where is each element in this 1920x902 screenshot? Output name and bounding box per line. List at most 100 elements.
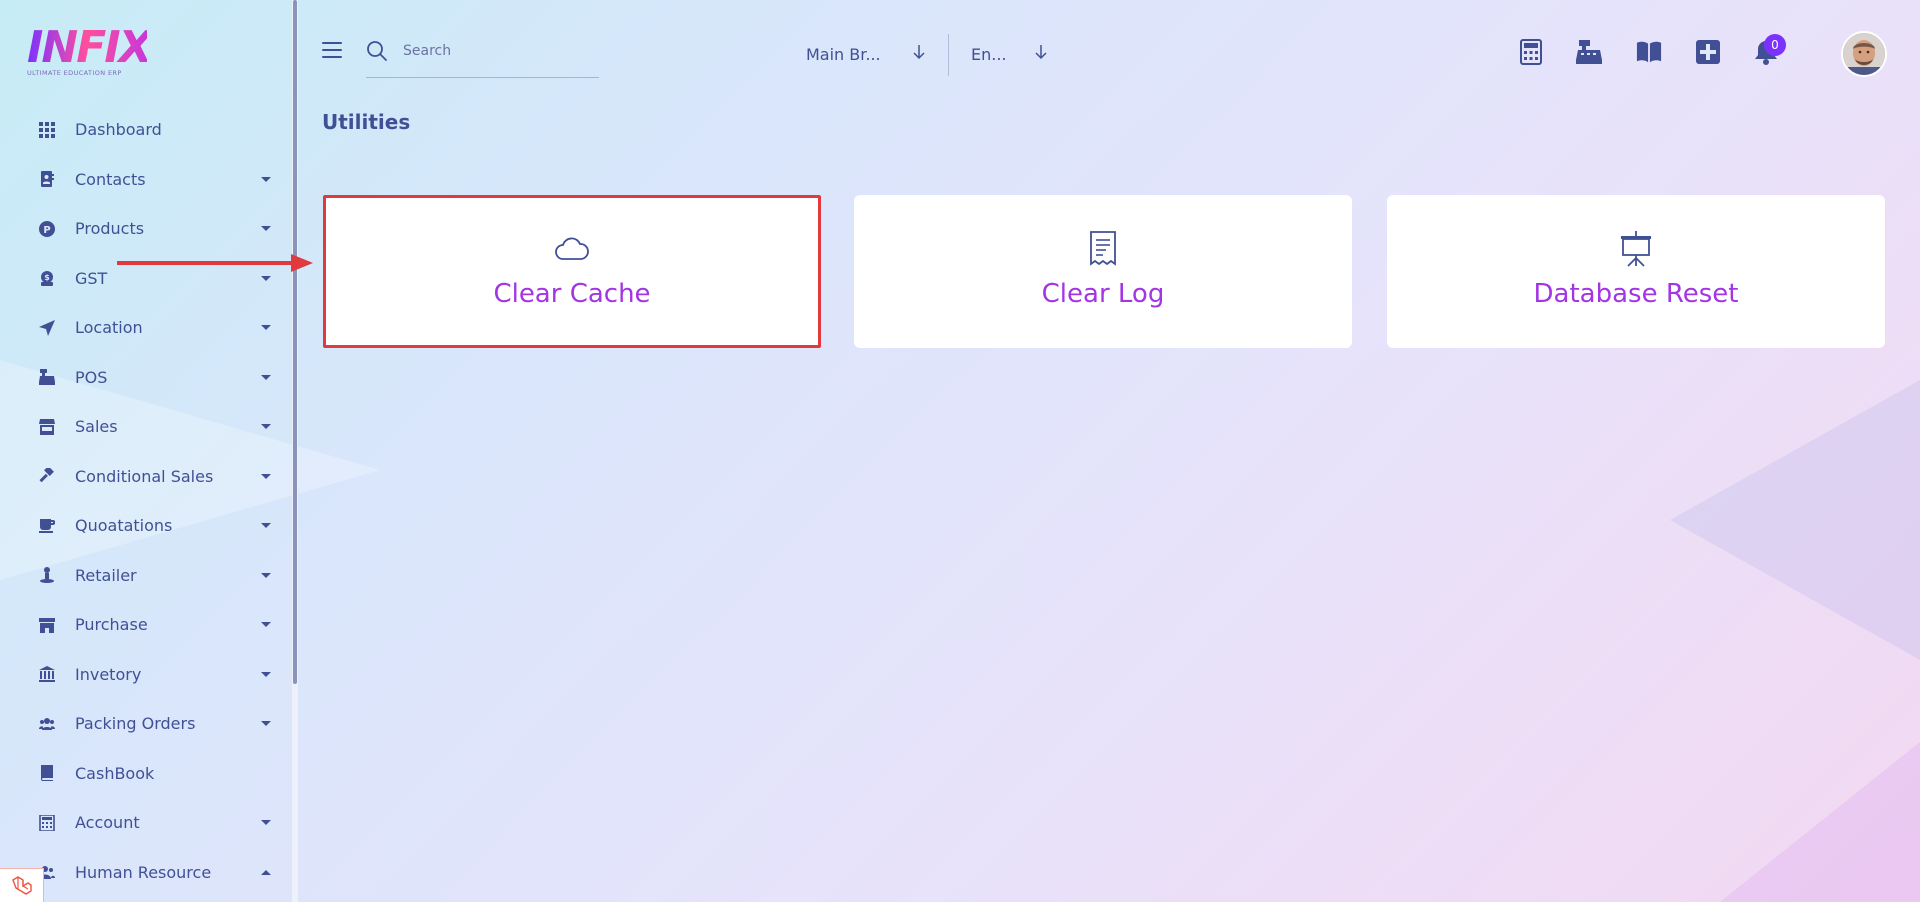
avatar[interactable]: [1841, 31, 1887, 77]
chevron-down-icon: [261, 721, 271, 726]
calculator-icon: [1520, 39, 1542, 65]
sidebar-item-dashboard[interactable]: Dashboard: [0, 105, 290, 155]
book-button[interactable]: [1636, 38, 1662, 66]
card-label: Clear Log: [1041, 278, 1165, 309]
annotation-arrow: [117, 261, 297, 265]
product-circle-icon: P: [38, 220, 56, 238]
sidebar-item-label: CashBook: [75, 763, 155, 783]
branch-select-value: Main Br...: [806, 44, 881, 64]
mug-icon: [38, 517, 56, 535]
cloud-icon: [552, 229, 592, 269]
cash-register-icon: [1576, 40, 1602, 64]
sidebar-item-label: Contacts: [75, 169, 146, 189]
users-icon: [38, 715, 56, 733]
shop-icon: [38, 616, 56, 634]
sidebar-item-label: POS: [75, 367, 108, 387]
header-divider: [948, 34, 949, 76]
sidebar-item-retailer[interactable]: Retailer: [0, 551, 290, 601]
sidebar-item-location[interactable]: Location: [0, 303, 290, 353]
sidebar-item-label: Retailer: [75, 565, 137, 585]
card-label: Clear Cache: [493, 278, 651, 309]
sidebar-item-label: Invetory: [75, 664, 142, 684]
bank-icon: [38, 665, 56, 683]
sidebar-item-label: Conditional Sales: [75, 466, 214, 486]
sidebar-item-label: Products: [75, 219, 145, 239]
sidebar-nav: Dashboard Contacts P Products $ GST Loca…: [0, 105, 290, 897]
sidebar-item-cashbook[interactable]: CashBook: [0, 749, 290, 799]
chevron-down-icon: [261, 176, 271, 182]
branch-select[interactable]: Main Br...: [806, 40, 928, 68]
background-shape: [1720, 742, 1920, 902]
sidebar-item-packing-orders[interactable]: Packing Orders: [0, 699, 290, 749]
location-arrow-icon: [38, 319, 56, 337]
card-label: Database Reset: [1533, 278, 1739, 309]
chevron-down-icon: [261, 671, 271, 677]
sidebar-item-sales[interactable]: Sales: [0, 402, 290, 452]
sidebar-item-conditional-sales[interactable]: Conditional Sales: [0, 452, 290, 502]
chevron-down-icon: [261, 424, 271, 429]
gavel-icon: [38, 467, 56, 485]
sidebar-item-label: Location: [75, 318, 143, 338]
sidebar-scrollbar[interactable]: [293, 0, 297, 684]
sidebar-item-products[interactable]: P Products: [0, 204, 290, 254]
person-pin-icon: [38, 566, 56, 584]
sidebar-item-contacts[interactable]: Contacts: [0, 155, 290, 205]
background-shape: [1670, 380, 1920, 660]
cash-register-icon: [38, 368, 56, 386]
laravel-icon: [11, 875, 32, 895]
chevron-down-icon: [261, 523, 271, 528]
sidebar-item-invetory[interactable]: Invetory: [0, 650, 290, 700]
database-reset-card[interactable]: Database Reset: [1387, 195, 1885, 348]
chevron-down-icon: [261, 820, 271, 825]
clear-cache-card[interactable]: Clear Cache: [323, 195, 821, 348]
arrow-down-icon: [913, 45, 925, 60]
sidebar-item-account[interactable]: Account: [0, 798, 290, 848]
sidebar-item-label: Quoatations: [75, 516, 173, 536]
book-icon: [38, 764, 56, 782]
sidebar-item-purchase[interactable]: Purchase: [0, 600, 290, 650]
receipt-icon: [1083, 229, 1123, 269]
search-box: [366, 36, 599, 78]
notification-count-badge: 0: [1764, 34, 1786, 56]
sidebar-item-label: GST: [75, 268, 108, 288]
presentation-board-icon: [1616, 229, 1656, 269]
sidebar: INFIX ULTIMATE EDUCATION ERP Dashboard C…: [0, 0, 293, 902]
logo[interactable]: INFIX ULTIMATE EDUCATION ERP: [27, 22, 153, 78]
language-select-value: En...: [971, 44, 1007, 64]
menu-toggle-button[interactable]: [322, 42, 342, 58]
svg-text:$: $: [44, 273, 50, 282]
sidebar-item-pos[interactable]: POS: [0, 353, 290, 403]
calculator-icon: [38, 814, 56, 832]
pos-button[interactable]: [1576, 38, 1602, 66]
user-photo: [1843, 33, 1885, 75]
chevron-down-icon: [261, 374, 271, 380]
sidebar-item-label: Purchase: [75, 615, 148, 635]
clear-log-card[interactable]: Clear Log: [854, 195, 1352, 348]
chevron-down-icon: [261, 622, 271, 627]
search-input[interactable]: [403, 40, 593, 62]
chevron-up-icon: [261, 869, 271, 875]
store-icon: [38, 418, 56, 436]
calculator-button[interactable]: [1518, 38, 1544, 66]
chevron-down-icon: [261, 572, 271, 578]
add-button[interactable]: [1695, 38, 1721, 66]
sidebar-item-quoatations[interactable]: Quoatations: [0, 501, 290, 551]
sidebar-item-label: Human Resource: [75, 862, 212, 882]
money-bag-icon: $: [38, 269, 56, 287]
book-open-icon: [1636, 41, 1662, 63]
contact-book-icon: [38, 170, 56, 188]
page-title: Utilities: [322, 110, 411, 134]
sidebar-item-label: Sales: [75, 417, 118, 437]
sidebar-item-label: Account: [75, 813, 140, 833]
search-icon: [367, 41, 387, 61]
arrow-down-icon: [1035, 45, 1047, 60]
chevron-down-icon: [261, 473, 271, 479]
sidebar-item-label: Dashboard: [75, 120, 162, 140]
sidebar-item-label: Packing Orders: [75, 714, 196, 734]
laravel-debug-badge[interactable]: [0, 868, 44, 902]
chevron-down-icon: [261, 325, 271, 330]
chevron-down-icon: [261, 275, 271, 281]
logo-text: INFIX: [27, 22, 153, 73]
svg-text:P: P: [43, 225, 50, 236]
language-select[interactable]: En...: [971, 40, 1051, 68]
